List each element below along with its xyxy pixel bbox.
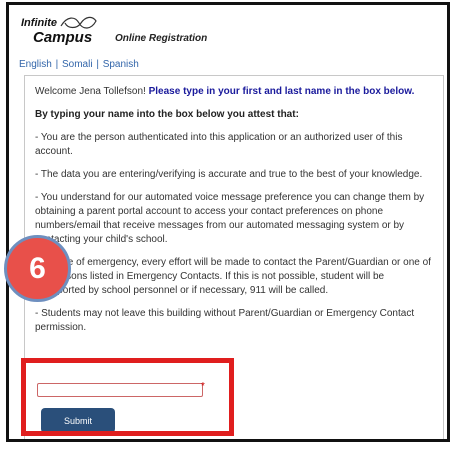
welcome-paragraph: Welcome Jena Tollefson! Please type in y… [35,85,435,99]
name-signature-input[interactable] [37,383,203,397]
logo-top-text: Infinite [21,17,58,29]
required-marker: * [201,381,205,392]
welcome-text: Welcome Jena Tollefson! [35,86,146,97]
statement-authenticated: - You are the person authenticated into … [35,132,403,157]
statement-accurate: - The data you are entering/verifying is… [35,169,423,180]
submit-button[interactable]: Submit [41,408,115,433]
attestation-panel: Welcome Jena Tollefson! Please type in y… [24,75,444,439]
language-link-spanish[interactable]: Spanish [103,59,139,70]
page-title: Online Registration [115,33,208,44]
app-window: Infinite Campus Online Registration Engl… [6,2,450,442]
header: Infinite Campus Online Registration [17,15,447,55]
step-number-text: 6 [29,251,46,285]
language-switcher: English | Somali | Spanish [19,59,139,70]
statement-emergency: - In case of emergency, every effort wil… [35,257,431,296]
attest-heading: By typing your name into the box below y… [35,109,299,120]
attestation-content: Welcome Jena Tollefson! Please type in y… [25,76,443,335]
language-link-english[interactable]: English [19,59,52,70]
instruction-text: Please type in your first and last name … [148,86,415,97]
step-number-badge: 6 [4,235,71,302]
language-link-somali[interactable]: Somali [62,59,93,70]
statement-voice-message: - You understand for our automated voice… [35,192,425,245]
statement-leave-building: - Students may not leave this building w… [35,308,415,333]
logo-bottom-text: Campus [33,29,93,46]
